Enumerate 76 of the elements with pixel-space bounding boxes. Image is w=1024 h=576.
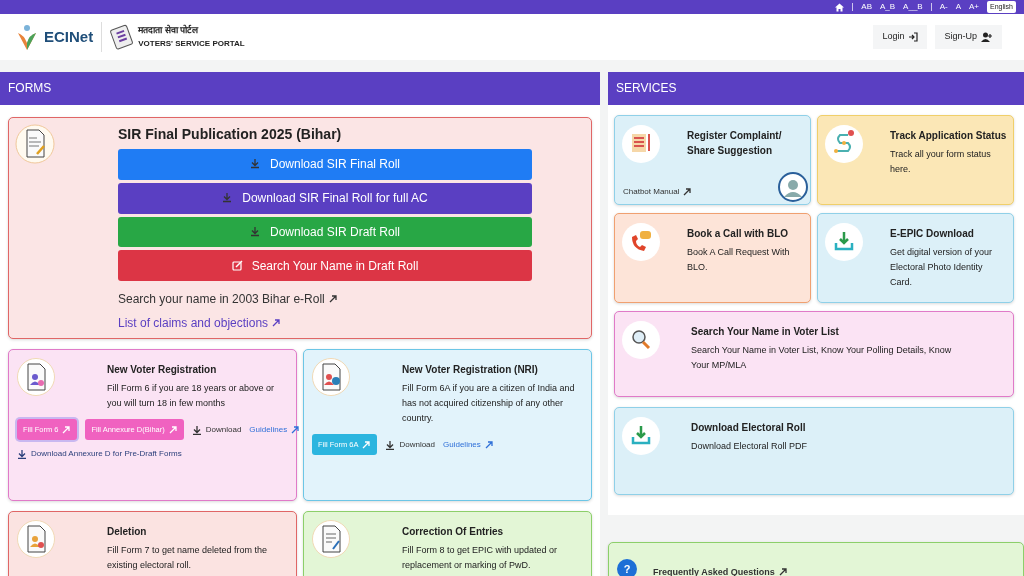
download-icon [385, 439, 396, 450]
form-icon [17, 520, 55, 558]
card-description: Get digital version of your Electoral Photo Identity Card. [890, 246, 994, 289]
card-description: Track all your form status here. [890, 148, 992, 176]
annexure-download-link[interactable]: Download Annexure D for Pre-Draft Forms [17, 448, 288, 461]
user-plus-icon [981, 32, 993, 42]
download-icon [824, 222, 864, 262]
download-link[interactable]: Download [191, 423, 242, 436]
guidelines-link[interactable]: Guidelines [443, 438, 494, 451]
font-size-link[interactable]: A [955, 1, 961, 13]
card-title: New Voter Registration (NRI) [402, 363, 539, 377]
edit-icon [231, 259, 244, 272]
link[interactable]: Search your name in 2003 Bihar e-Roll [118, 290, 532, 308]
arrow-icon [362, 439, 372, 450]
card-title: Track Application Status [890, 129, 1007, 143]
avatar-icon [778, 172, 808, 202]
card-description: Fill Form 7 to get name deleted from the existing electoral roll. [107, 544, 269, 572]
panel-title: FORMS [0, 72, 600, 105]
arrow-icon [484, 439, 494, 450]
card-description: Download Electoral Roll PDF [691, 440, 808, 453]
search-icon [621, 320, 661, 360]
download-button[interactable]: Download SIR Final Roll for full AC [118, 182, 532, 214]
sir-title: SIR Final Publication 2025 (Bihar) [118, 125, 343, 144]
link[interactable]: List of claims and objections [118, 314, 532, 332]
font-size-link[interactable]: A+ [969, 1, 980, 13]
arrow-icon [328, 294, 338, 304]
login-button[interactable]: Login [873, 25, 928, 49]
arrow-icon [168, 424, 178, 435]
card-title: Book a Call with BLO [687, 227, 790, 241]
font-size-link[interactable]: A__B [903, 1, 923, 13]
search-button[interactable]: Search Your Name in Draft Roll [118, 250, 532, 281]
card-title: Register Complaint/ Share Suggestion [687, 129, 783, 158]
guidelines-link[interactable]: Guidelines [249, 423, 301, 436]
help-badge: ? [617, 559, 637, 576]
chatbot-manual-link[interactable]: Chatbot Manual [623, 186, 693, 198]
arrow-icon [62, 424, 72, 435]
card-description: Fill Form 6A if you are a citizen of India and has not acquired citizenship of any other country. [402, 382, 576, 425]
portal-title: VOTERS' SERVICE PORTAL [138, 37, 245, 50]
card-title: New Voter Registration [107, 363, 218, 377]
faq-link[interactable]: Frequently Asked Questions [653, 565, 788, 576]
route-icon [824, 124, 864, 164]
card-description: Fill Form 8 to get EPIC with updated or replacement or marking of PwD. [402, 544, 559, 572]
download-icon [191, 424, 202, 435]
card-description: Fill Form 6 if you are 18 years or above or you will turn 18 in few months [107, 382, 276, 410]
login-icon [908, 32, 919, 42]
arrow-icon [683, 187, 693, 197]
logo-text: ECINet [44, 26, 94, 47]
card-title: Download Electoral Roll [691, 421, 807, 435]
arrow-icon [778, 567, 788, 576]
signup-button[interactable]: Sign-Up [935, 25, 1002, 49]
download-icon [249, 158, 262, 171]
download-icon [621, 416, 661, 456]
form-icon [312, 358, 350, 396]
font-size-link[interactable]: AB [861, 1, 872, 13]
form-icon [312, 520, 350, 558]
card-title: Correction Of Entries [402, 525, 505, 539]
phone-icon [621, 222, 661, 262]
form-document-icon [15, 124, 55, 164]
arrow-icon [291, 424, 301, 435]
font-size-link[interactable]: A_B [879, 1, 896, 13]
card-title: Deletion [107, 525, 148, 539]
download-link[interactable]: Download [385, 438, 435, 451]
download-button[interactable]: Download SIR Final Roll [118, 149, 532, 180]
card-description: Search Your Name in Voter List, Know Your Polling Details, Know Your MP/MLA [691, 344, 953, 372]
card-title: E-EPIC Download [890, 227, 975, 241]
panel-title: SERVICES [608, 72, 1024, 105]
document-icon [621, 124, 661, 164]
font-size-link[interactable]: A- [939, 1, 948, 13]
arrow-icon [272, 318, 282, 328]
home-icon [835, 2, 845, 12]
card-title: Search Your Name in Voter List [691, 325, 840, 339]
portal-title-hindi: मतदाता सेवा पोर्टल [138, 24, 200, 38]
card-description: Book A Call Request With BLO. [687, 246, 791, 274]
download-icon [17, 449, 27, 460]
download-icon [249, 225, 262, 238]
form-icon [17, 358, 55, 396]
